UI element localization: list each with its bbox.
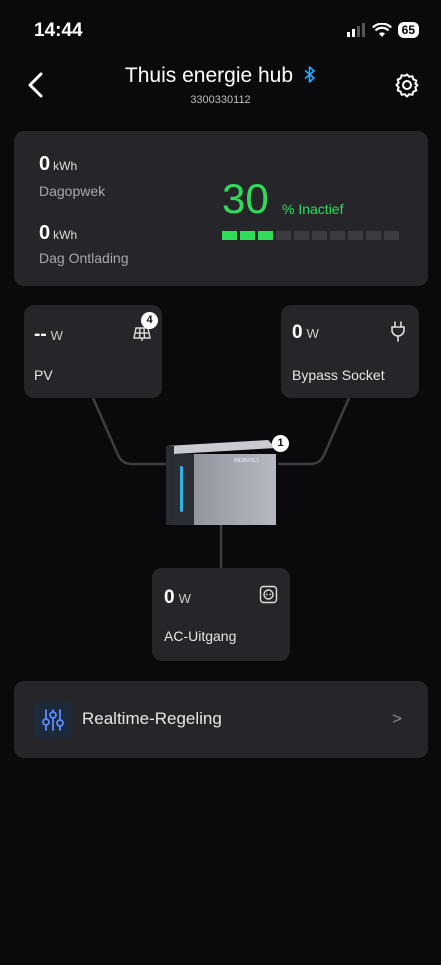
pv-label: PV bbox=[34, 367, 53, 383]
plug-icon bbox=[391, 321, 405, 342]
energy-hub-device-image[interactable]: INDRVOLT bbox=[164, 440, 278, 526]
device-brand-text: INDRVOLT bbox=[234, 458, 259, 464]
ac-label: AC-Uitgang bbox=[164, 628, 237, 644]
realtime-control-label: Realtime-Regeling bbox=[82, 709, 222, 728]
pv-value: -- W bbox=[34, 324, 63, 345]
ac-outlet-icon bbox=[259, 585, 278, 604]
ac-output-card[interactable] bbox=[152, 568, 290, 661]
bypass-value: 0W bbox=[292, 322, 319, 343]
sliders-icon bbox=[34, 702, 72, 738]
bypass-label: Bypass Socket bbox=[292, 367, 385, 383]
chevron-right-icon: > bbox=[392, 709, 402, 728]
pv-count-badge: 4 bbox=[141, 312, 158, 329]
ac-value: 0W bbox=[164, 587, 191, 608]
device-count-badge: 1 bbox=[272, 435, 289, 452]
bypass-socket-card[interactable] bbox=[281, 305, 419, 398]
